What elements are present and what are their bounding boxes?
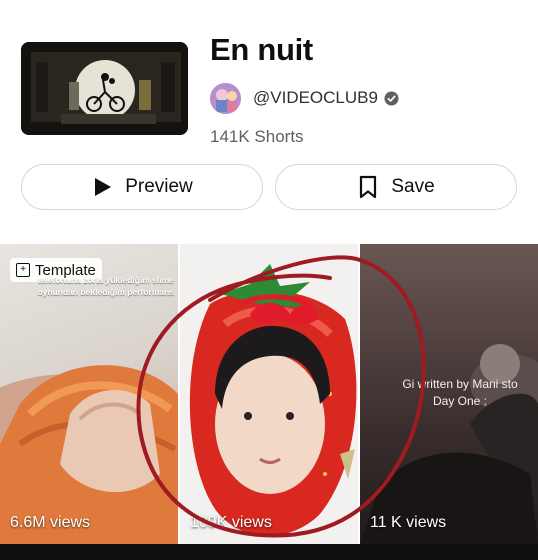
playlist-thumbnail[interactable] bbox=[21, 42, 188, 135]
short-tile-1[interactable]: + Template telefonuna zorla yüklediğim s… bbox=[0, 244, 178, 544]
thumbnail-image bbox=[21, 42, 188, 135]
short-tile-3[interactable]: Gi written by Mani sto Day One : 11 K vi… bbox=[360, 244, 538, 544]
short-tile-2[interactable]: 109K views bbox=[180, 244, 358, 544]
verified-icon bbox=[384, 90, 399, 106]
avatar-image bbox=[210, 82, 241, 114]
channel-handle[interactable]: @VIDEOCLUB9 bbox=[253, 88, 378, 108]
short-views-3: 11 K views bbox=[370, 514, 447, 531]
short-views-2: 109K views bbox=[190, 514, 272, 531]
save-button-label: Save bbox=[391, 176, 435, 197]
short-caption-1: telefonuna zorla yüklediğim slime oynund… bbox=[37, 275, 175, 297]
avatar[interactable] bbox=[210, 82, 241, 114]
shorts-count: 141K Shorts bbox=[210, 127, 304, 146]
channel-row[interactable]: @VIDEOCLUB9 bbox=[210, 82, 399, 114]
play-icon bbox=[95, 178, 112, 196]
short-thumbnail-2 bbox=[180, 244, 358, 544]
short-caption-3: Gi written by Mani sto Day One : bbox=[402, 377, 518, 408]
preview-button-label: Preview bbox=[125, 176, 193, 197]
short-views-1: 6.6M views bbox=[10, 514, 91, 531]
playlist-title: En nuit bbox=[210, 32, 313, 67]
preview-button[interactable]: Preview bbox=[21, 164, 263, 210]
bottom-bar bbox=[0, 544, 538, 560]
save-button[interactable]: Save bbox=[275, 164, 517, 210]
playlist-header: En nuit @VIDEOCLUB9 141K Shorts Preview bbox=[0, 0, 538, 240]
shorts-grid: + Template telefonuna zorla yüklediğim s… bbox=[0, 244, 538, 544]
bookmark-icon bbox=[360, 175, 377, 199]
